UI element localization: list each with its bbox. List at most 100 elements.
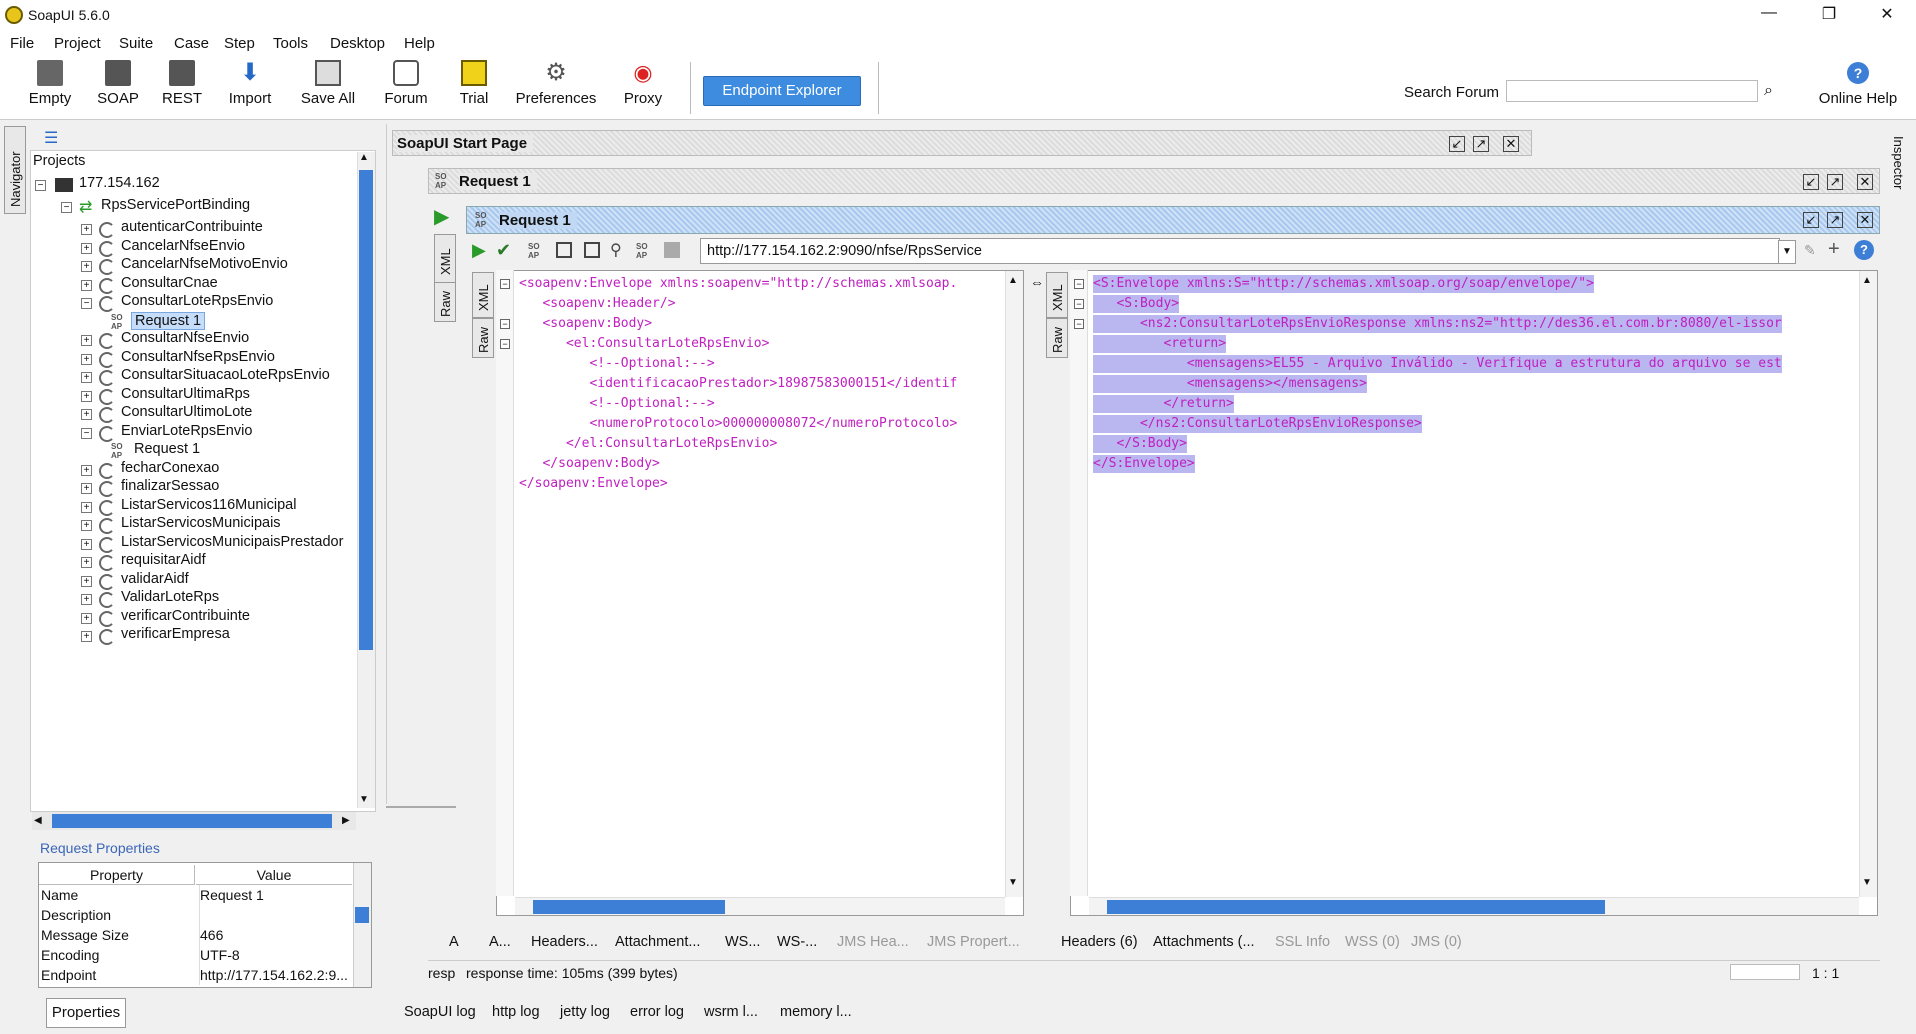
fold-toggle-icon[interactable]: −	[500, 319, 510, 329]
scroll-up-arrow-icon[interactable]: ▲	[1862, 275, 1872, 286]
log-tab[interactable]: http log	[492, 1004, 540, 1020]
scroll-down-arrow-icon[interactable]: ▼	[359, 794, 369, 805]
navigator-tab[interactable]: Navigator	[4, 126, 26, 214]
log-tab[interactable]: memory l...	[780, 1004, 852, 1020]
property-value-cell[interactable]: UTF-8	[199, 945, 351, 965]
editor-tab[interactable]: WSS (0)	[1345, 934, 1400, 950]
menu-suite[interactable]: Suite	[119, 35, 153, 52]
search-forum-input[interactable]	[1506, 80, 1758, 102]
request-vertical-scrollbar[interactable]	[1005, 271, 1023, 897]
editor-tab[interactable]: JMS Hea...	[837, 934, 909, 950]
scroll-left-arrow-icon[interactable]: ◀	[34, 815, 42, 826]
expand-icon[interactable]: +	[81, 594, 92, 605]
close-panel-icon[interactable]: ✕	[1503, 136, 1519, 152]
scroll-down-arrow-icon[interactable]: ▼	[1862, 877, 1872, 888]
help-icon[interactable]: ?	[1854, 240, 1874, 260]
property-value-cell[interactable]	[199, 905, 351, 925]
property-name-cell[interactable]: Description	[41, 905, 193, 925]
response-raw-tab[interactable]: Raw	[1046, 318, 1068, 358]
rest-project-button[interactable]: REST	[152, 60, 212, 107]
collapse-icon[interactable]: −	[61, 202, 72, 213]
editor-tab[interactable]: JMS Propert...	[927, 934, 1020, 950]
trial-button[interactable]: Trial	[446, 60, 502, 107]
tree-vertical-scroll-thumb[interactable]	[359, 170, 373, 650]
editor-tab[interactable]: WS...	[725, 934, 760, 950]
minimize-panel-icon[interactable]: ↙	[1449, 136, 1465, 152]
properties-scrollbar[interactable]	[353, 863, 371, 987]
expand-icon[interactable]: +	[81, 372, 92, 383]
editor-tab[interactable]: JMS (0)	[1411, 934, 1462, 950]
response-xml-editor[interactable]: <S:Envelope xmlns:S="http://schemas.xmls…	[1070, 270, 1878, 916]
editor-tab[interactable]: WS-...	[777, 934, 817, 950]
request-xml-editor[interactable]: <soapenv:Envelope xmlns:soapenv="http://…	[496, 270, 1024, 916]
editor-tab[interactable]: Attachments (...	[1153, 934, 1255, 950]
editor-tab[interactable]: Headers...	[531, 934, 598, 950]
detach-panel-icon[interactable]: ↗	[1827, 174, 1843, 190]
log-tab[interactable]: jetty log	[560, 1004, 610, 1020]
menu-file[interactable]: File	[10, 35, 34, 52]
minimize-button[interactable]: —	[1746, 4, 1792, 26]
add-endpoint-icon[interactable]: +	[1828, 238, 1840, 261]
maximize-button[interactable]: ❐	[1806, 4, 1852, 26]
menu-step[interactable]: Step	[224, 35, 255, 52]
fold-toggle-icon[interactable]: −	[1074, 279, 1084, 289]
ws-addressing-icon[interactable]: SO AP	[636, 242, 648, 260]
expand-icon[interactable]: +	[81, 335, 92, 346]
expand-icon[interactable]: +	[81, 575, 92, 587]
close-panel-icon[interactable]: ✕	[1857, 212, 1873, 228]
endpoint-url-field[interactable]: http://177.154.162.2:9090/nfse/RpsServic…	[700, 238, 1780, 264]
cancel-request-icon[interactable]	[584, 242, 600, 258]
properties-tab[interactable]: Properties	[46, 998, 126, 1028]
expand-icon[interactable]: +	[81, 261, 92, 272]
response-xml-tab[interactable]: XML	[1046, 272, 1068, 318]
value-column-header[interactable]: Value	[196, 865, 352, 885]
scroll-right-arrow-icon[interactable]: ▶	[342, 815, 350, 826]
expand-icon[interactable]: +	[81, 224, 92, 235]
create-test-icon[interactable]	[556, 242, 572, 258]
stop-icon[interactable]	[664, 242, 680, 258]
run-test-icon[interactable]: ▶	[434, 204, 449, 229]
menu-project[interactable]: Project	[54, 35, 101, 52]
soap-project-button[interactable]: SOAP	[88, 60, 148, 107]
preferences-button[interactable]: ⚙ Preferences	[512, 60, 600, 108]
response-vertical-scrollbar[interactable]	[1859, 271, 1877, 897]
url-dropdown-chevron-icon[interactable]: ▼	[1778, 240, 1796, 264]
projects-root[interactable]: Projects	[33, 153, 85, 175]
close-button[interactable]: ✕	[1864, 4, 1910, 26]
binoculars-icon[interactable]: ⌕	[1764, 82, 1773, 100]
editor-tab[interactable]: A	[449, 934, 459, 950]
expand-icon[interactable]: +	[81, 520, 92, 531]
expand-icon[interactable]: +	[81, 538, 92, 550]
property-value-cell[interactable]: Request 1	[199, 885, 351, 905]
property-name-cell[interactable]: Name	[41, 885, 193, 905]
expand-icon[interactable]: +	[81, 464, 92, 476]
editor-tab[interactable]: SSL Info	[1275, 934, 1330, 950]
expand-icon[interactable]: +	[81, 612, 92, 624]
property-value-cell[interactable]: http://177.154.162.2:9...	[199, 965, 351, 985]
request-horizontal-scroll-thumb[interactable]	[533, 900, 725, 914]
expand-icon[interactable]: +	[81, 390, 92, 402]
split-divider[interactable]	[386, 124, 387, 804]
import-button[interactable]: ⬇ Import	[218, 60, 282, 108]
empty-project-button[interactable]: Empty	[20, 60, 80, 107]
endpoint-explorer-button[interactable]: Endpoint Explorer	[703, 76, 861, 106]
collapse-icon[interactable]: −	[81, 427, 92, 439]
editor-tab[interactable]: Attachment...	[615, 934, 700, 950]
menu-case[interactable]: Case	[174, 35, 209, 52]
property-column-header[interactable]: Property	[39, 865, 195, 885]
expand-icon[interactable]: +	[81, 242, 92, 254]
scroll-up-arrow-icon[interactable]: ▲	[1008, 275, 1018, 286]
proxy-button[interactable]: ◉ Proxy	[610, 60, 676, 107]
expand-icon[interactable]: +	[81, 557, 92, 568]
log-tab[interactable]: SoapUI log	[404, 1004, 476, 1020]
property-name-cell[interactable]: Encoding	[41, 945, 193, 965]
add-assertion-icon[interactable]: ✔	[496, 240, 511, 261]
property-value-cell[interactable]: 466	[199, 925, 351, 945]
detach-panel-icon[interactable]: ↗	[1827, 212, 1843, 228]
forum-button[interactable]: Forum	[374, 60, 438, 107]
scroll-up-arrow-icon[interactable]: ▲	[359, 152, 369, 163]
minimize-panel-icon[interactable]: ↙	[1803, 174, 1819, 190]
outer-raw-tab[interactable]: Raw	[434, 282, 456, 322]
save-all-button[interactable]: Save All	[292, 60, 364, 107]
split-arrows-icon[interactable]: ⇔	[1030, 274, 1044, 290]
